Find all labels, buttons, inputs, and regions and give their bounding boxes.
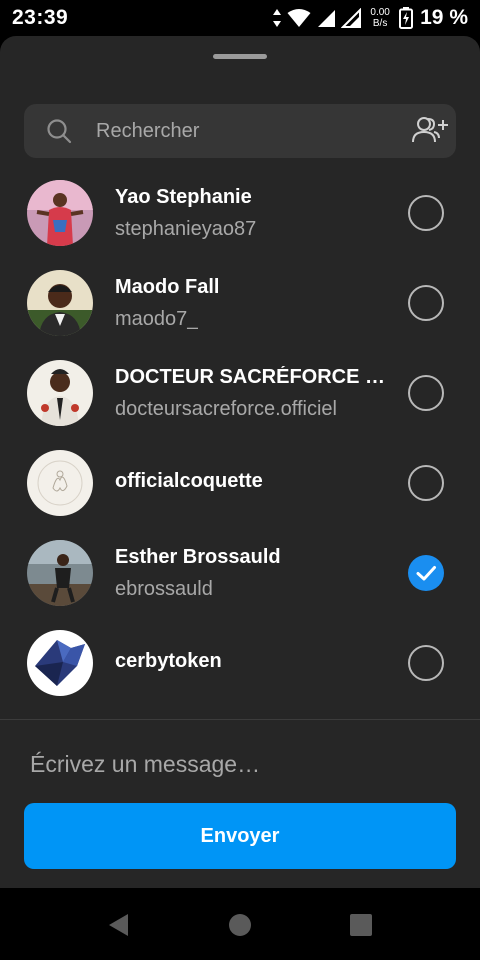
- share-sheet: Yao Stephanie stephanieyao87 Maodo Fall …: [0, 36, 480, 888]
- navigation-bar: [0, 888, 480, 960]
- status-icons: 0.00 B/s 19 %: [272, 4, 468, 32]
- net-speed-value: 0.00: [370, 7, 390, 18]
- contact-row[interactable]: Maodo Fall maodo7_: [0, 258, 480, 348]
- select-radio[interactable]: [408, 285, 444, 321]
- select-radio[interactable]: [408, 465, 444, 501]
- home-icon[interactable]: [227, 912, 253, 938]
- send-button[interactable]: Envoyer: [24, 803, 456, 869]
- data-arrows-icon: [273, 9, 282, 27]
- select-radio[interactable]: [408, 645, 444, 681]
- avatar: [27, 360, 93, 426]
- contact-name: officialcoquette: [115, 470, 263, 492]
- avatar: [27, 540, 93, 606]
- signal-icon: [318, 10, 336, 27]
- search-icon: [47, 119, 72, 144]
- contact-name: cerbytoken: [115, 650, 222, 672]
- contact-row[interactable]: cerbytoken: [0, 618, 480, 708]
- checkmark-icon: [416, 566, 436, 581]
- select-radio-checked[interactable]: [408, 555, 444, 591]
- contact-name: Esther Brossauld: [115, 546, 281, 568]
- contact-name: Yao Stephanie: [115, 186, 252, 208]
- contact-username: docteursacreforce.officiel: [115, 398, 337, 420]
- contact-username: ebrossauld: [115, 578, 213, 600]
- add-people-icon[interactable]: [410, 114, 448, 148]
- contact-row[interactable]: Esther Brossauld ebrossauld: [0, 528, 480, 618]
- contact-name: DOCTEUR SACRÉFORCE …: [115, 366, 386, 388]
- contact-row[interactable]: officialcoquette: [0, 438, 480, 528]
- contact-name: Maodo Fall: [115, 276, 220, 298]
- search-input[interactable]: [96, 104, 396, 158]
- avatar: [27, 450, 93, 516]
- status-time: 23:39: [12, 6, 69, 29]
- avatar: [27, 180, 93, 246]
- message-input[interactable]: [30, 740, 450, 788]
- search-bar: [24, 104, 456, 158]
- battery-charging-icon: [399, 7, 414, 29]
- contact-username: maodo7_: [115, 308, 199, 330]
- avatar: [27, 630, 93, 696]
- net-speed: 0.00 B/s: [366, 7, 394, 29]
- contact-row[interactable]: Yao Stephanie stephanieyao87: [0, 168, 480, 258]
- divider: [0, 719, 480, 720]
- battery-level: 19 %: [420, 6, 468, 29]
- back-icon[interactable]: [106, 912, 132, 938]
- select-radio[interactable]: [408, 195, 444, 231]
- recents-icon[interactable]: [348, 912, 374, 938]
- signal-icon-secondary: [341, 8, 362, 28]
- avatar: [27, 270, 93, 336]
- contact-username: stephanieyao87: [115, 218, 257, 240]
- select-radio[interactable]: [408, 375, 444, 411]
- contact-row[interactable]: DOCTEUR SACRÉFORCE … docteursacreforce.o…: [0, 348, 480, 438]
- wifi-icon: [287, 9, 311, 27]
- net-speed-unit: B/s: [372, 18, 388, 29]
- status-bar: 23:39 0.00 B/s 19 %: [0, 0, 480, 36]
- drag-handle[interactable]: [213, 54, 267, 59]
